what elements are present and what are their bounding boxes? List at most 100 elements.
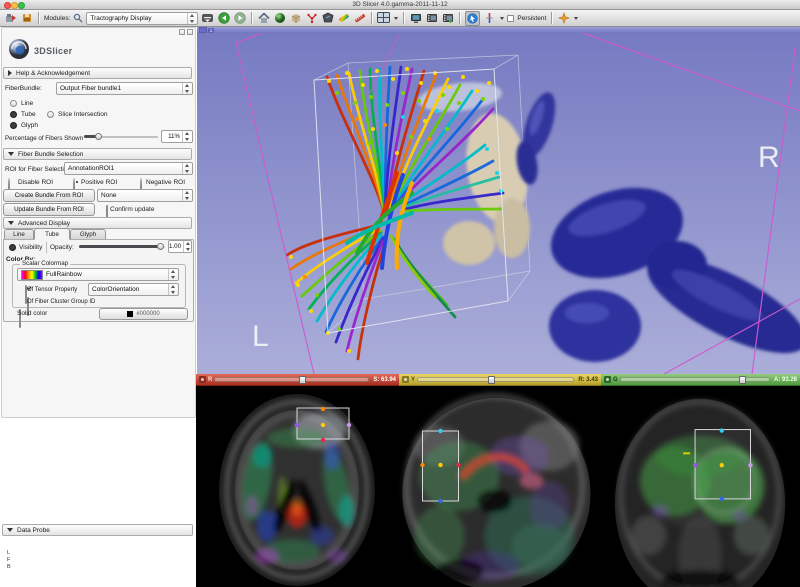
cluster-group-label: Of Fiber Cluster Group ID <box>27 298 95 306</box>
layout-icon[interactable] <box>377 12 390 25</box>
tab-tube[interactable]: Tube <box>34 228 70 240</box>
visibility-toggle[interactable] <box>9 244 16 251</box>
module-list-icon[interactable] <box>201 12 214 25</box>
yellow-slice-slider[interactable] <box>417 377 574 382</box>
solid-color-value: #000000 <box>136 311 159 317</box>
orientation-label-left: L <box>252 320 269 353</box>
colors-module-icon[interactable] <box>337 12 350 25</box>
toolbar-separator <box>371 12 372 24</box>
confirm-update-label: Confirm update <box>110 206 154 214</box>
home-icon[interactable] <box>257 12 270 25</box>
update-bundle-button[interactable]: Update Bundle From ROI <box>3 203 95 216</box>
opacity-spinbox[interactable]: 1.00 <box>168 240 192 253</box>
save-icon[interactable] <box>20 12 33 25</box>
axial-slice-image[interactable] <box>196 386 399 587</box>
persistent-label: Persistent <box>517 15 546 22</box>
glyph-toggle[interactable] <box>10 122 17 129</box>
annotations-module-icon[interactable] <box>305 12 318 25</box>
colormap-combobox[interactable]: FullRainbow <box>17 268 179 281</box>
modules-label: Modules: <box>44 15 70 22</box>
red-slice-controller[interactable]: R S: 63.94 <box>196 374 399 386</box>
probe-layer-b: B <box>7 564 11 571</box>
panel-close-icon[interactable] <box>187 29 193 35</box>
tube-toggle[interactable] <box>10 111 17 118</box>
toolbar-separator <box>38 12 39 24</box>
threed-viewport[interactable]: R L <box>197 33 800 374</box>
combo-arrows-icon <box>182 163 192 174</box>
history-forward-icon[interactable] <box>233 12 246 25</box>
negative-roi-label: Negative ROI <box>146 179 185 187</box>
expanded-arrow-icon <box>8 152 14 156</box>
yellow-slice-pin-icon[interactable] <box>402 376 409 383</box>
scene-view-add-icon[interactable] <box>441 12 454 25</box>
expanded-arrow-icon <box>8 221 14 225</box>
toolbar-separator <box>251 12 252 24</box>
advanced-display-header[interactable]: Advanced Display <box>3 217 192 229</box>
sagittal-slice-image[interactable] <box>399 386 601 587</box>
slicer-logo-icon <box>7 37 31 61</box>
yellow-slice-label: Y <box>411 377 415 383</box>
green-slice-slider-handle[interactable] <box>739 376 746 384</box>
module-search-icon[interactable] <box>73 12 83 25</box>
favorites-dropdown-icon[interactable] <box>574 17 578 20</box>
coronal-slice-image[interactable] <box>601 386 800 587</box>
crosshair-dropdown-icon[interactable] <box>500 17 504 20</box>
mouse-mode-icon[interactable] <box>465 11 480 26</box>
fiber-bundle-selection-header[interactable]: Fiber Bundle Selection <box>3 148 192 160</box>
percentage-slider[interactable] <box>84 132 158 142</box>
combo-arrows-icon <box>187 13 197 24</box>
slice-intersection-label: Slice Intersection <box>58 111 108 119</box>
green-slice-label: G <box>613 377 618 383</box>
volumes-module-icon[interactable] <box>273 12 286 25</box>
slice-intersection-toggle[interactable] <box>47 111 54 118</box>
colormap-swatch-icon <box>21 270 43 280</box>
crosshair-needle-icon[interactable] <box>483 12 496 25</box>
layout-dropdown-icon[interactable] <box>394 17 398 20</box>
fiber-bundle-selection-label: Fiber Bundle Selection <box>18 151 83 158</box>
create-bundle-button[interactable]: Create Bundle From ROI <box>3 189 95 202</box>
screenshot-icon[interactable] <box>409 12 422 25</box>
red-slice-slider-handle[interactable] <box>299 376 306 384</box>
spin-arrows-icon <box>183 241 193 252</box>
main-toolbar: Modules: Tractography Display Persistent <box>0 10 800 27</box>
red-slice-pin-icon[interactable] <box>199 376 206 383</box>
roi-combobox[interactable]: AnnotationROI1 <box>64 162 193 175</box>
yellow-slice-controller[interactable]: Y R: 3.43 <box>399 374 601 386</box>
create-bundle-combobox[interactable]: None <box>97 189 193 202</box>
scene-view-icon[interactable] <box>425 12 438 25</box>
data-probe-label: Data Probe <box>17 527 50 534</box>
roi-value: AnnotationROI1 <box>65 165 182 172</box>
green-slice-slider[interactable] <box>620 377 770 382</box>
opacity-slider-handle[interactable] <box>157 243 164 250</box>
help-section-header[interactable]: Help & Acknowledgement <box>3 67 192 79</box>
green-slice-controller[interactable]: G A: 93.28 <box>601 374 800 386</box>
tensor-property-combobox[interactable]: ColorOrientation <box>88 283 179 296</box>
percentage-slider-handle[interactable] <box>95 133 102 140</box>
opacity-slider[interactable] <box>79 242 165 252</box>
ruler-module-icon[interactable] <box>353 12 366 25</box>
expanded-arrow-icon <box>7 528 13 532</box>
data-probe-header[interactable]: Data Probe <box>2 524 193 536</box>
help-section-label: Help & Acknowledgement <box>16 70 90 77</box>
fiberbundle-combobox[interactable]: Output Fiber bundle1 <box>56 82 193 95</box>
line-toggle[interactable] <box>10 100 17 107</box>
solid-color-button[interactable]: #000000 <box>99 308 188 320</box>
persistent-checkbox[interactable] <box>507 15 514 22</box>
models-module-icon[interactable] <box>289 12 302 25</box>
percentage-spinbox[interactable]: 11% <box>161 130 193 143</box>
green-slice-pin-icon[interactable] <box>604 376 611 383</box>
yellow-slice-slider-handle[interactable] <box>488 376 495 384</box>
divider <box>46 242 47 253</box>
segmentation-module-icon[interactable] <box>321 12 334 25</box>
favorites-star-icon[interactable] <box>557 12 570 25</box>
red-slice-slider[interactable] <box>214 377 369 382</box>
panel-undock-icon[interactable] <box>179 29 185 35</box>
load-data-icon[interactable] <box>4 12 17 25</box>
percentage-label: Percentage of Fibers Shown <box>5 135 83 143</box>
modules-combobox[interactable]: Tractography Display <box>86 12 198 25</box>
tube-label: Tube <box>21 111 36 119</box>
history-back-icon[interactable] <box>217 12 230 25</box>
slicer-window: 3D Slicer 4.0.gamma-2011-11-12 Modules: … <box>0 0 800 587</box>
fiducial-tick <box>683 452 690 454</box>
combo-arrows-icon <box>168 284 178 295</box>
